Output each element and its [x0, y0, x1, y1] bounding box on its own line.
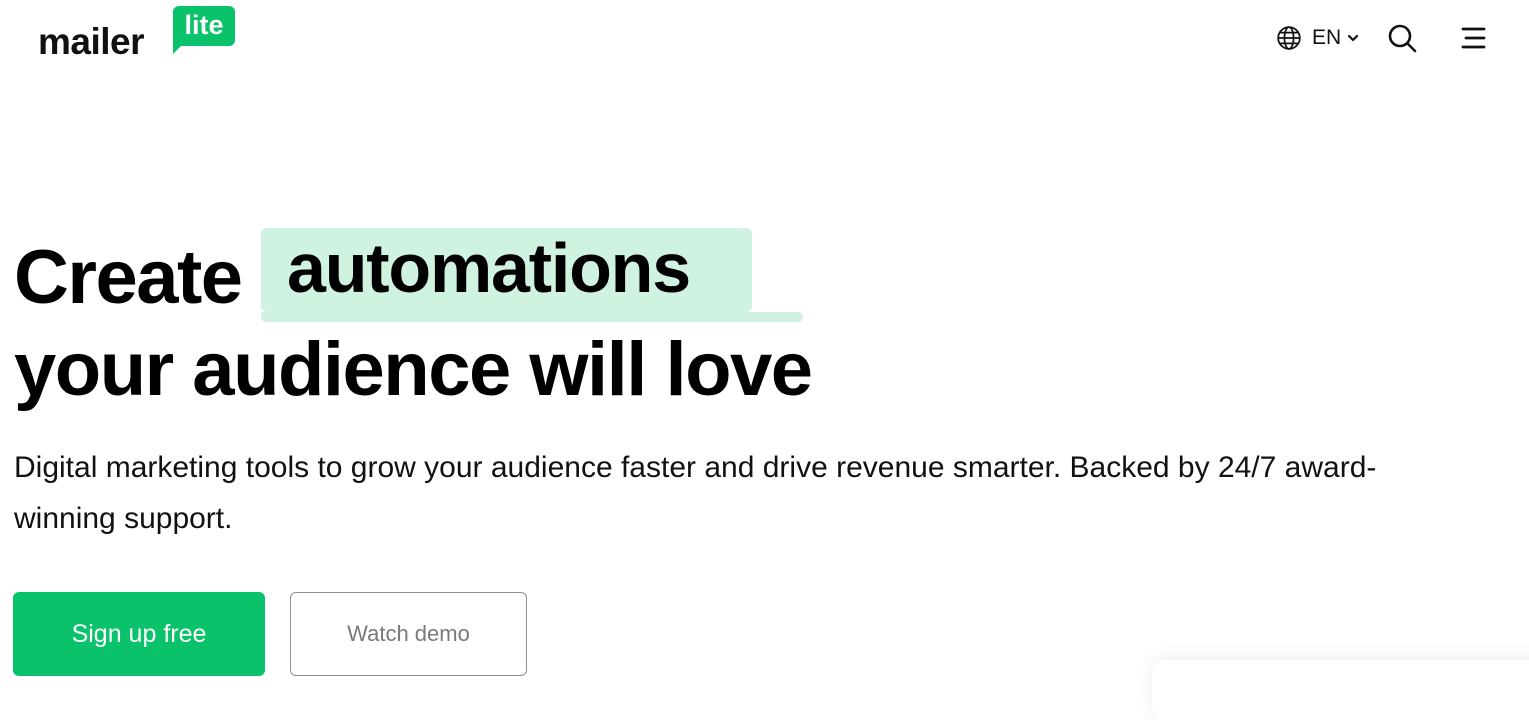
- floating-card-edge: [1152, 660, 1529, 720]
- language-switcher[interactable]: EN: [1276, 24, 1360, 52]
- search-button[interactable]: [1386, 22, 1418, 54]
- site-header: mailer lite EN: [0, 0, 1529, 80]
- globe-icon: [1277, 26, 1301, 50]
- language-label: EN: [1312, 26, 1342, 49]
- hero-title-highlight-word: automations: [287, 229, 691, 307]
- watch-demo-button[interactable]: Watch demo: [290, 592, 527, 676]
- mailerlite-logo[interactable]: mailer lite: [38, 6, 248, 62]
- menu-button[interactable]: [1458, 24, 1488, 52]
- hamburger-menu-icon: [1461, 27, 1486, 49]
- hero-title-prefix: Create: [14, 235, 243, 320]
- sign-up-free-button[interactable]: Sign up free: [13, 592, 265, 676]
- hero-title-line-2: your audience will love: [14, 327, 813, 412]
- hero-subtitle: Digital marketing tools to grow your aud…: [14, 451, 1377, 535]
- hero-title-highlight: automations: [261, 228, 803, 324]
- logo-badge-tail: [173, 40, 187, 54]
- logo-wordmark: mailer: [38, 21, 145, 62]
- search-icon: [1388, 24, 1417, 53]
- hero-title-line-1: Create automations: [14, 228, 803, 324]
- chevron-down-icon: [1348, 34, 1359, 42]
